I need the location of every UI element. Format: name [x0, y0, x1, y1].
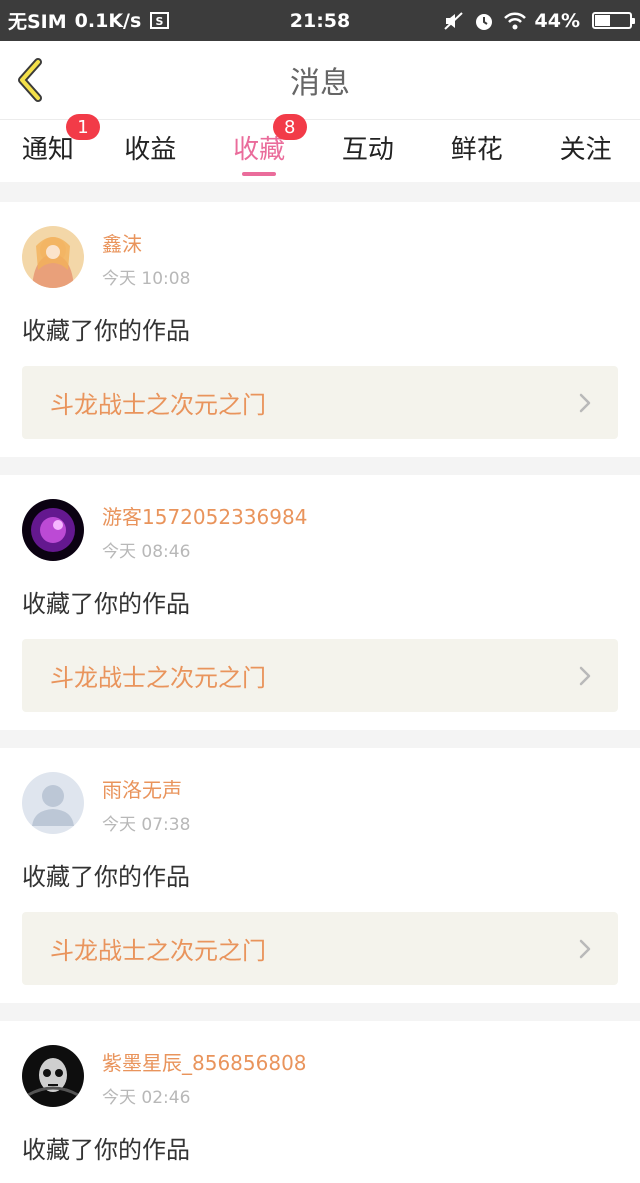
chevron-right-icon: [578, 392, 592, 414]
action-text: 收藏了你的作品: [22, 317, 190, 345]
username[interactable]: 鑫沫: [102, 230, 190, 258]
timestamp: 今天 07:38: [102, 815, 191, 835]
message-header: 游客1572052336984 今天 08:46: [22, 499, 618, 562]
chevron-right-icon: [578, 938, 592, 960]
mute-icon: [443, 11, 465, 31]
timestamp: 今天 08:46: [102, 542, 191, 562]
avatar[interactable]: [22, 226, 84, 288]
username[interactable]: 紫墨星辰_856856808: [102, 1049, 307, 1077]
timestamp: 今天 10:08: [102, 269, 191, 289]
message-card: 紫墨星辰_856856808 今天 02:46 收藏了你的作品: [0, 1021, 640, 1183]
message-header: 雨洛无声今天 07:38: [22, 772, 618, 835]
battery-percent: 44%: [534, 9, 580, 32]
tab-label: 通知: [21, 135, 74, 165]
work-title: 斗龙战士之次元之门: [50, 664, 266, 692]
avatar[interactable]: [22, 772, 84, 834]
chevron-right-icon: [578, 665, 592, 687]
work-link[interactable]: 斗龙战士之次元之门: [22, 639, 618, 712]
status-bar: 无SIM 0.1K/s S 21:58 44%: [0, 0, 640, 41]
username[interactable]: 雨洛无声: [102, 776, 190, 804]
status-right: 44%: [443, 9, 635, 32]
unread-badge: 8: [272, 114, 307, 140]
message-card: 游客1572052336984 今天 08:46 收藏了你的作品斗龙战士之次元之门: [0, 475, 640, 730]
battery-icon: [592, 12, 635, 29]
tab-interactions[interactable]: 互动: [314, 120, 423, 182]
chevron-left-icon: [18, 58, 42, 102]
message-list: 鑫沫 今天 10:08 收藏了你的作品 斗龙战士之次元之门 游客157205233698…: [0, 182, 640, 1183]
tab-flowers[interactable]: 鲜花: [422, 120, 531, 182]
tab-bar: 通知 1 收益 收藏 8 互动 鲜花 关注: [0, 114, 640, 182]
tab-favorites[interactable]: 收藏 8: [205, 114, 314, 182]
sim-icon: S: [149, 11, 171, 31]
action-text: 收藏了你的作品: [22, 590, 190, 618]
avatar[interactable]: [22, 499, 84, 561]
tab-label: 鲜花: [450, 135, 503, 165]
svg-text:S: S: [156, 15, 164, 28]
work-link[interactable]: 斗龙战士之次元之门: [22, 912, 618, 985]
page-title: 消息: [290, 66, 350, 101]
tab-label: 互动: [341, 135, 394, 165]
back-button[interactable]: [10, 55, 50, 105]
nav-bar: 消息: [0, 41, 640, 120]
user-info: 鑫沫今天 10:08: [102, 226, 190, 289]
avatar[interactable]: [22, 1045, 84, 1107]
user-info: 雨洛无声今天 07:38: [102, 772, 190, 835]
username[interactable]: 游客1572052336984: [102, 503, 307, 531]
active-tab-indicator: [242, 172, 277, 176]
action-text: 收藏了你的作品: [22, 863, 190, 891]
message-card: 雨洛无声今天 07:38 收藏了你的作品斗龙战士之次元之门: [0, 748, 640, 1003]
tab-notifications[interactable]: 通知 1: [0, 114, 100, 182]
message-header: 鑫沫今天 10:08: [22, 226, 618, 289]
action-text: 收藏了你的作品: [22, 1136, 190, 1164]
tab-earnings[interactable]: 收益: [96, 120, 205, 182]
tab-follows[interactable]: 关注: [531, 120, 640, 182]
message-card: 鑫沫今天 10:08 收藏了你的作品斗龙战士之次元之门: [0, 202, 640, 457]
work-link[interactable]: 斗龙战士之次元之门: [22, 366, 618, 439]
user-info: 紫墨星辰_856856808 今天 02:46: [102, 1045, 307, 1108]
tab-label: 收益: [124, 135, 177, 165]
user-info: 游客1572052336984 今天 08:46: [102, 499, 307, 562]
timestamp: 今天 02:46: [102, 1088, 191, 1108]
alarm-icon: [473, 10, 495, 32]
message-header: 紫墨星辰_856856808 今天 02:46: [22, 1045, 618, 1108]
tab-label: 关注: [559, 135, 612, 165]
wifi-icon: [503, 11, 527, 31]
status-left: 无SIM 0.1K/s S: [8, 7, 171, 34]
carrier-label: 无SIM: [8, 11, 67, 33]
network-speed: 0.1K/s: [74, 9, 142, 32]
work-title: 斗龙战士之次元之门: [50, 937, 266, 965]
work-title: 斗龙战士之次元之门: [50, 391, 266, 419]
